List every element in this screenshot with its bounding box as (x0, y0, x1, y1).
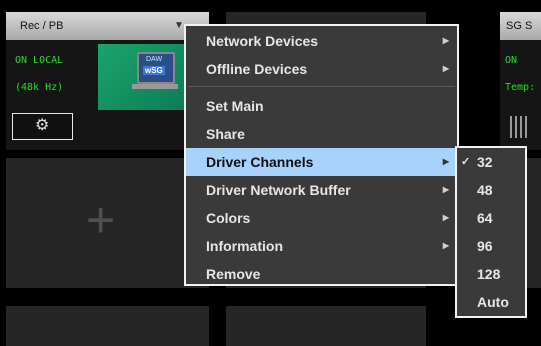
chevron-down-icon[interactable]: ▼ (174, 12, 184, 40)
submenu-item-label: 32 (477, 154, 493, 170)
level-meter-icon (510, 116, 530, 138)
device-status-right: ON (505, 55, 518, 66)
submenu-item-label: 64 (477, 210, 493, 226)
menu-item-label: Driver Network Buffer (206, 182, 351, 198)
submenu-item-label: 48 (477, 182, 493, 198)
menu-item-share[interactable]: Share (186, 120, 457, 148)
menu-divider (188, 86, 455, 87)
device-status: ON LOCAL (15, 55, 64, 66)
menu-item-label: Set Main (206, 98, 264, 114)
menu-item-label: Offline Devices (206, 61, 308, 77)
menu-item-remove[interactable]: Remove (186, 260, 457, 288)
plus-icon[interactable]: + (86, 192, 115, 248)
menu-item-label: Colors (206, 210, 251, 226)
device-card-title-right: SG S (506, 20, 533, 32)
device-card-title: Rec / PB (20, 20, 64, 32)
sample-rate: (48k Hz) (15, 82, 64, 93)
temperature-label: Temp: (505, 82, 536, 93)
menu-item-label: Remove (206, 266, 261, 282)
settings-button[interactable]: ⚙ (12, 113, 73, 140)
submenu-item-label: Auto (477, 294, 509, 310)
context-menu: Network Devices ▶ Offline Devices ▶ Set … (184, 24, 459, 286)
menu-item-network-devices[interactable]: Network Devices ▶ (186, 27, 457, 55)
menu-item-label: Share (206, 126, 245, 142)
device-card-header-right[interactable]: SG S (500, 12, 541, 40)
menu-item-information[interactable]: Information ▶ (186, 232, 457, 260)
chevron-right-icon: ▶ (442, 241, 449, 250)
chevron-right-icon: ▶ (442, 36, 449, 45)
driver-channels-submenu: ✓ 32 48 64 96 128 Auto (455, 146, 527, 318)
submenu-item-96[interactable]: 96 (457, 232, 525, 260)
laptop-screen-text: DAW (146, 56, 163, 63)
menu-item-set-main[interactable]: Set Main (186, 92, 457, 120)
menu-item-driver-channels[interactable]: Driver Channels ▶ (186, 148, 457, 176)
empty-tile-bottom-left (6, 306, 209, 346)
menu-item-label: Driver Channels (206, 154, 314, 170)
submenu-item-64[interactable]: 64 (457, 204, 525, 232)
chevron-right-icon: ▶ (442, 157, 449, 166)
laptop-icon: DAW wSG (132, 52, 178, 92)
submenu-item-48[interactable]: 48 (457, 176, 525, 204)
empty-tile-bottom-middle (226, 306, 426, 346)
submenu-item-label: 128 (477, 266, 501, 282)
chevron-right-icon: ▶ (442, 185, 449, 194)
checkmark-icon: ✓ (461, 156, 471, 168)
submenu-item-label: 96 (477, 238, 493, 254)
submenu-item-128[interactable]: 128 (457, 260, 525, 288)
menu-item-colors[interactable]: Colors ▶ (186, 204, 457, 232)
submenu-item-auto[interactable]: Auto (457, 288, 525, 316)
submenu-item-32[interactable]: ✓ 32 (457, 148, 525, 176)
chevron-right-icon: ▶ (442, 213, 449, 222)
chevron-right-icon: ▶ (442, 64, 449, 73)
menu-item-offline-devices[interactable]: Offline Devices ▶ (186, 55, 457, 83)
device-card-header[interactable]: Rec / PB ▼ (6, 12, 209, 40)
menu-item-label: Information (206, 238, 283, 254)
menu-item-driver-network-buffer[interactable]: Driver Network Buffer ▶ (186, 176, 457, 204)
gear-icon: ⚙ (35, 117, 50, 134)
menu-item-label: Network Devices (206, 33, 319, 49)
laptop-screen-logo: wSG (143, 66, 165, 75)
